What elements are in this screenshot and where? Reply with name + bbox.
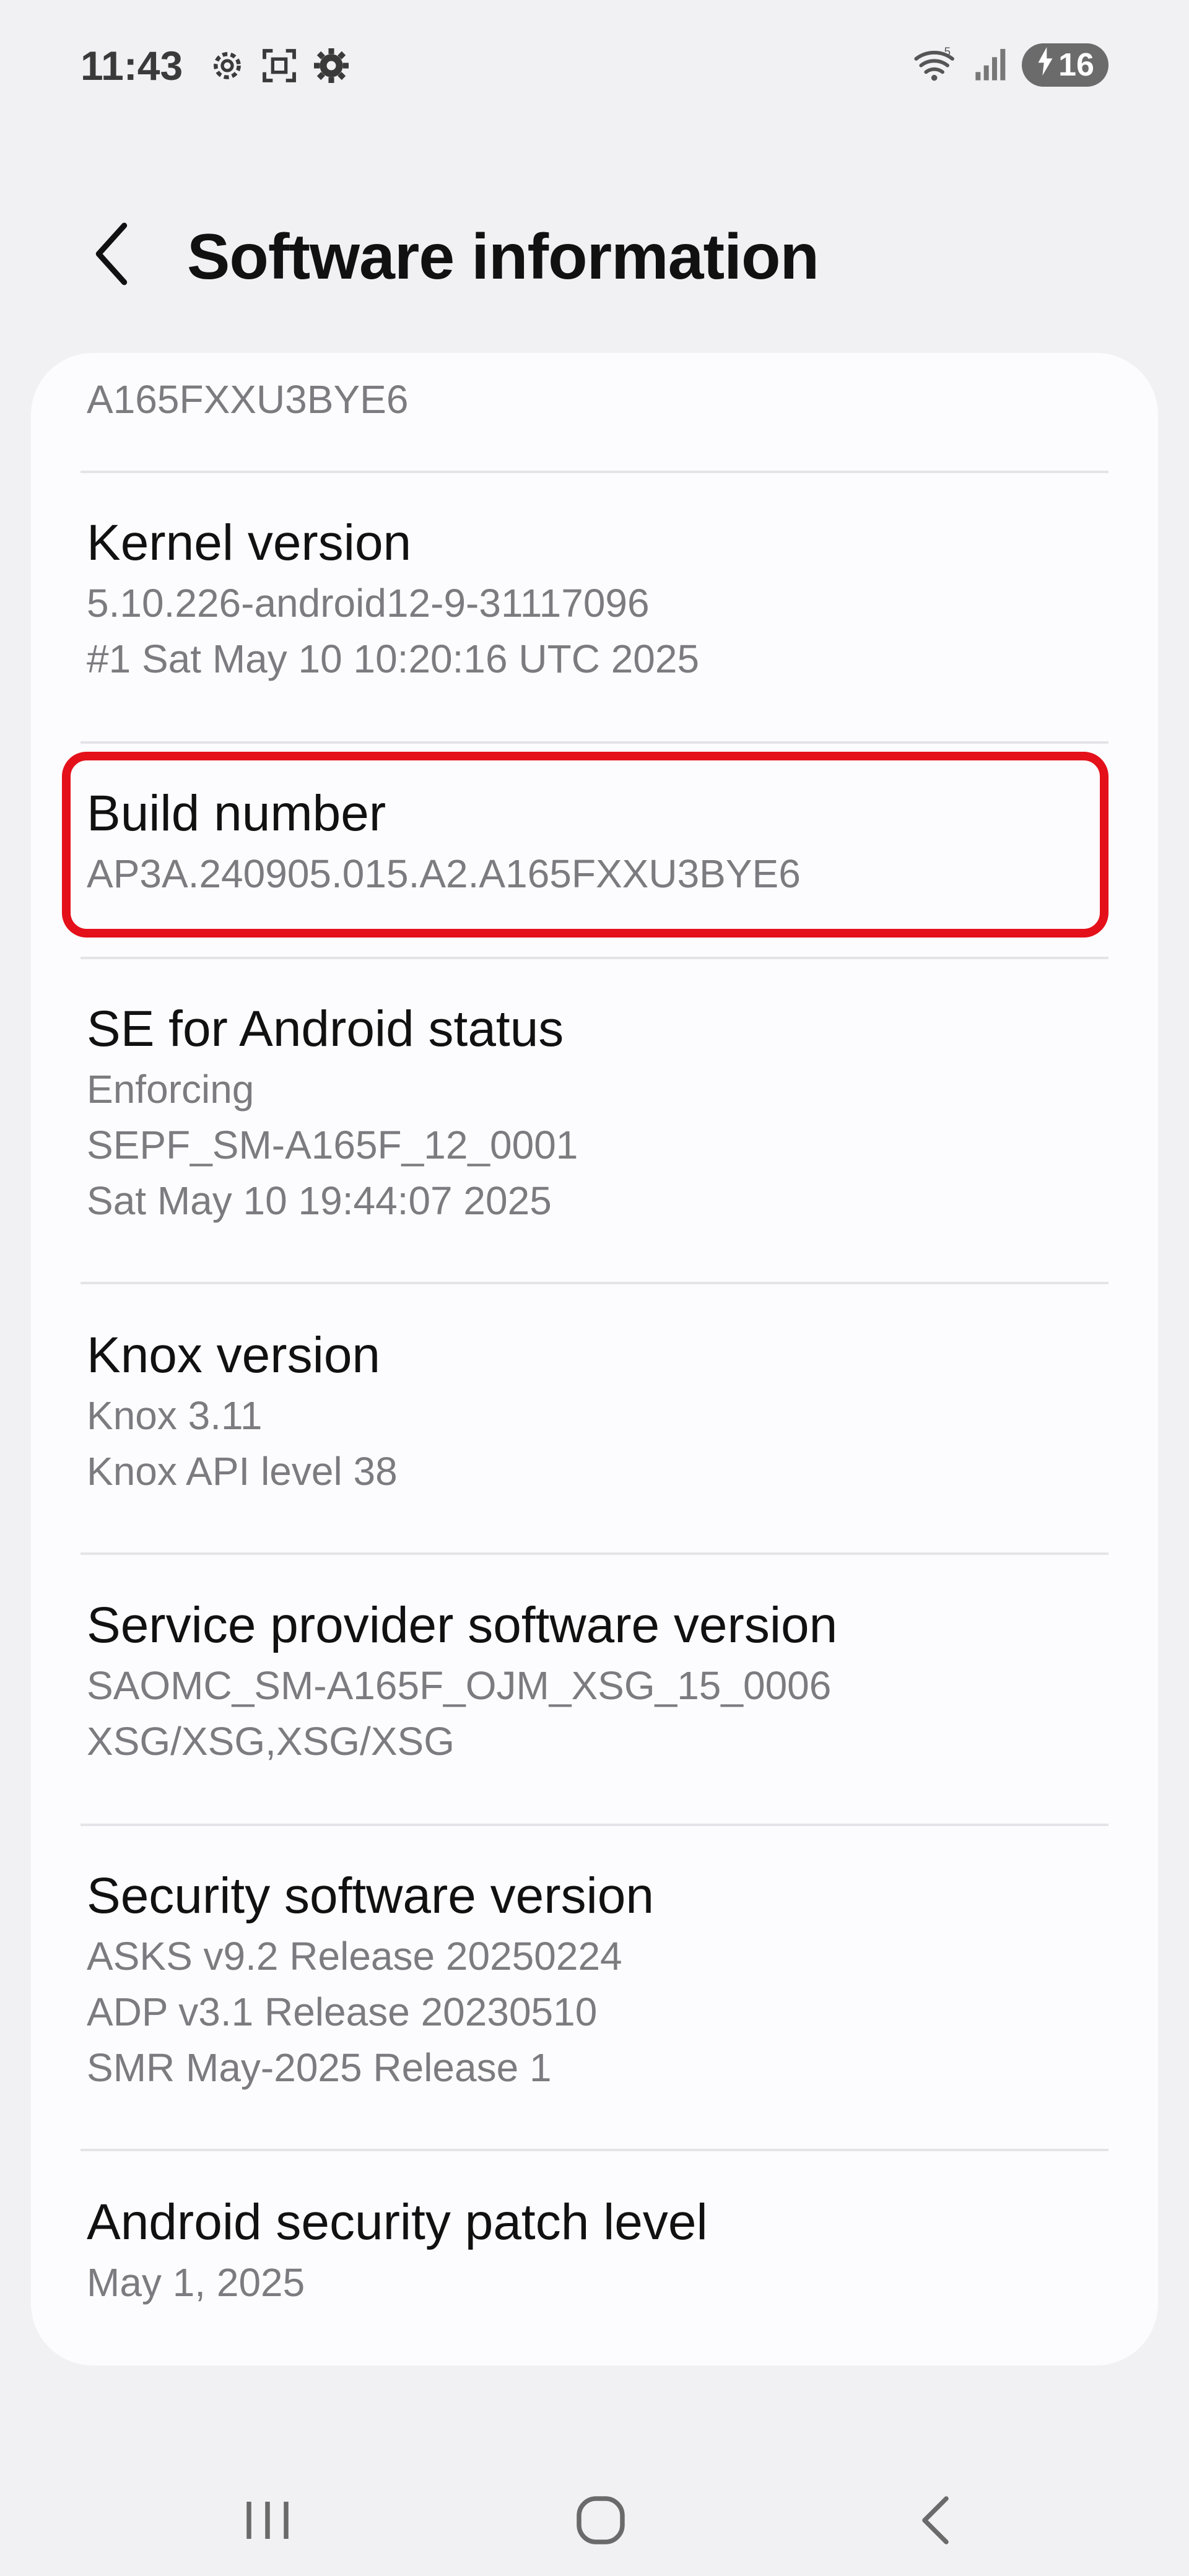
back-icon [922,2496,949,2544]
list-item-label: Service provider software version [87,1597,838,1653]
nav-back-button[interactable] [884,2471,983,2570]
list-item-se-android-status[interactable]: SE for Android status Enforcing SEPF_SM-… [87,997,1115,1229]
divider [81,1282,1108,1284]
list-item-value: 5.10.226-android12-9-31117096 #1 Sat May… [87,581,700,681]
home-button[interactable] [551,2471,650,2570]
status-time: 11:43 [81,43,183,89]
battery-level: 16 [1058,47,1094,83]
list-item-knox-version[interactable]: Knox version Knox 3.11 Knox API level 38 [87,1323,1115,1499]
recent-apps-button[interactable] [218,2471,317,2570]
list-item-value: May 1, 2025 [87,2260,305,2305]
info-list-card: A165FXXU3BYE6 Kernel version 5.10.226-an… [31,353,1158,2365]
battery-charging-icon [1036,46,1055,84]
status-icons-right: 5 16 [913,43,1108,87]
divider [81,1824,1108,1826]
list-item-service-provider-version[interactable]: Service provider software version SAOMC_… [87,1593,1115,1769]
status-icons-left [207,46,351,89]
status-bar: 11:43 5 16 [0,0,1189,136]
screenshot-icon [259,46,299,89]
chevron-left-icon [95,222,128,285]
settings-gear-outline-icon [207,46,247,89]
settings-gear-icon [311,46,351,89]
list-item-baseband-version[interactable]: A165FXXU3BYE6 [87,372,1115,427]
divider [81,741,1108,744]
highlight-box [62,752,1108,938]
signal-icon [973,44,1011,87]
list-item-label: Knox version [87,1327,381,1383]
battery-indicator: 16 [1022,43,1108,87]
list-item-value: SAOMC_SM-A165F_OJM_XSG_15_0006 XSG/XSG,X… [87,1663,832,1764]
svg-text:5: 5 [944,45,951,58]
list-item-label: Android security patch level [87,2194,708,2250]
list-item-security-software-version[interactable]: Security software version ASKS v9.2 Rele… [87,1864,1115,2095]
page-title: Software information [187,221,819,293]
divider [81,1552,1108,1555]
divider [81,2149,1108,2151]
back-button[interactable] [81,217,142,291]
home-icon [577,2496,625,2544]
list-item-label: SE for Android status [87,1001,564,1057]
list-item-value: A165FXXU3BYE6 [87,377,409,422]
divider [81,957,1108,959]
list-item-label: Security software version [87,1868,655,1924]
recent-apps-icon [246,2502,289,2539]
divider [81,471,1108,473]
list-item-label: Kernel version [87,515,412,571]
app-header: Software information [0,186,1189,322]
list-item-value: ASKS v9.2 Release 20250224 ADP v3.1 Rele… [87,1934,622,2090]
list-item-value: Enforcing SEPF_SM-A165F_12_0001 Sat May … [87,1067,578,1223]
list-item-security-patch-level[interactable]: Android security patch level May 1, 2025 [87,2190,1115,2310]
list-item-kernel-version[interactable]: Kernel version 5.10.226-android12-9-3111… [87,511,1115,687]
navigation-bar [0,2452,1189,2576]
list-item-value: Knox 3.11 Knox API level 38 [87,1393,398,1494]
wifi-icon: 5 [913,44,962,87]
